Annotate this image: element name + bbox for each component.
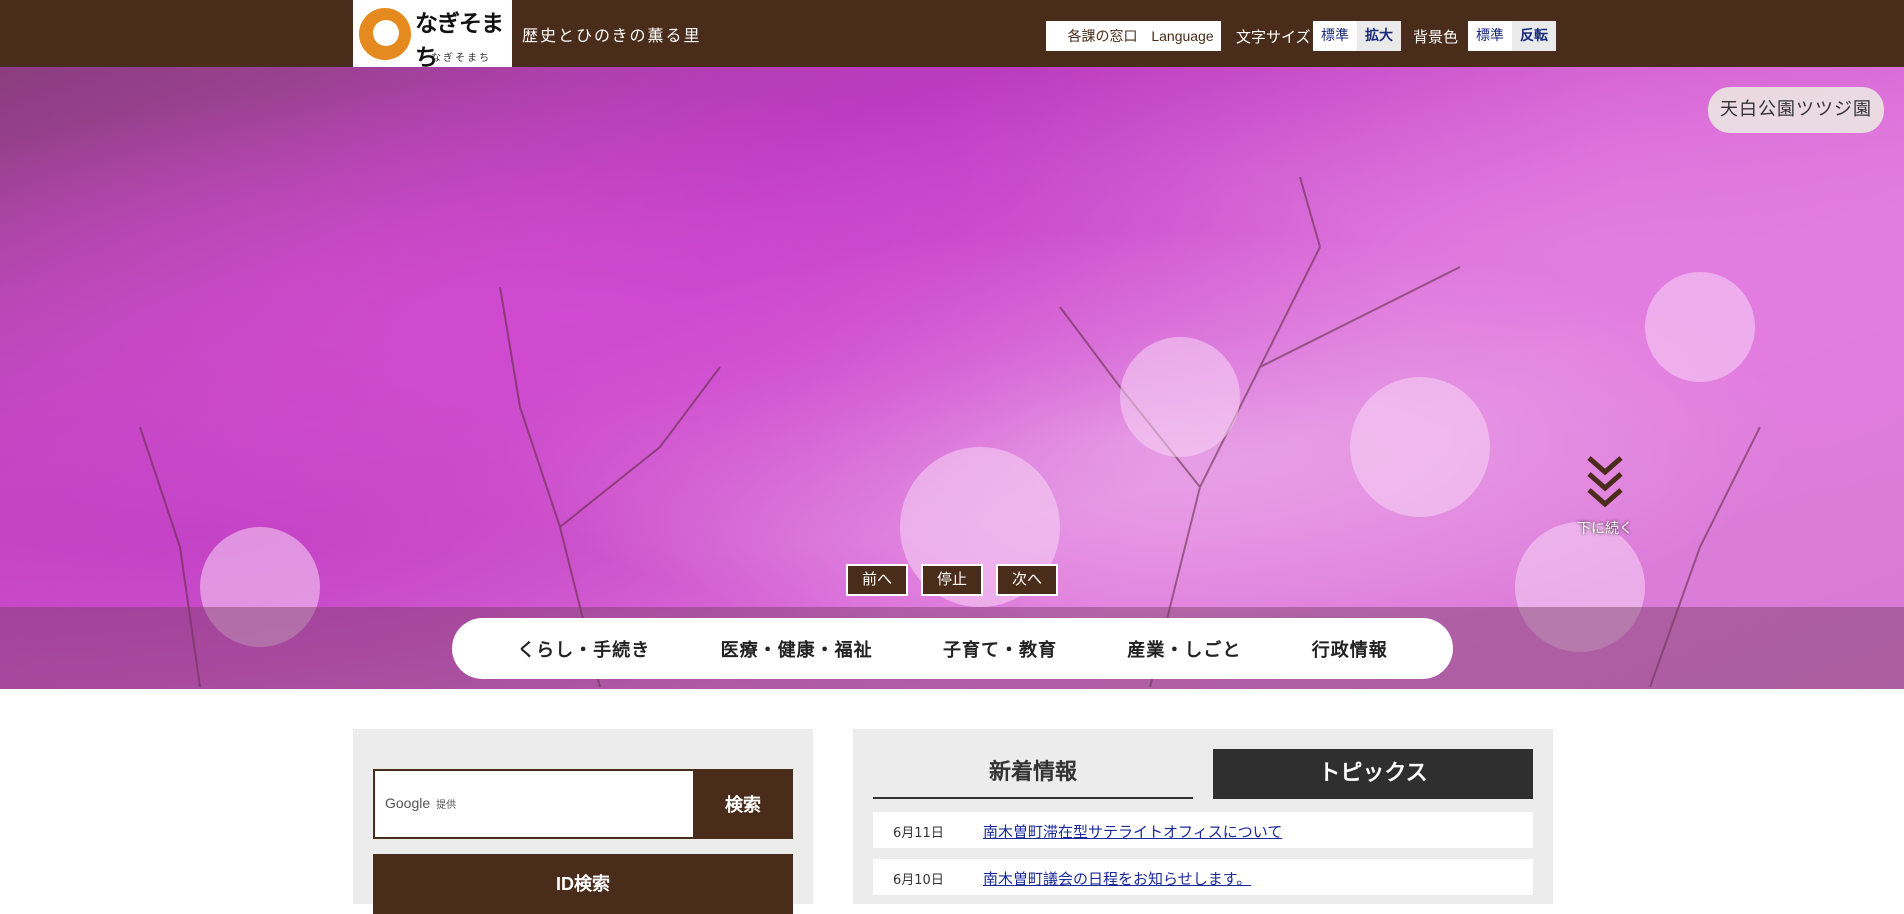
google-brand-text: Google (385, 795, 431, 811)
font-size-toggle: 標準 拡大 (1313, 21, 1401, 51)
nav-item-childcare[interactable]: 子育て・教育 (943, 636, 1057, 662)
language-button[interactable]: Language (1144, 21, 1221, 51)
tab-topics[interactable]: トピックス (1213, 749, 1533, 799)
scroll-hint-label: 下に続く (1577, 521, 1633, 537)
font-size-standard-button[interactable]: 標準 (1313, 21, 1357, 51)
news-date: 6月10日 (893, 873, 944, 888)
font-size-large-button[interactable]: 拡大 (1357, 21, 1401, 51)
search-panel: Google 提供 検索 ID検索 (353, 729, 813, 914)
news-link[interactable]: 南木曽町滞在型サテライトオフィスについて (983, 821, 1282, 842)
logo-subtitle: なぎそまち (431, 53, 491, 64)
chevron-down-icon (1587, 456, 1623, 508)
departments-button[interactable]: 各課の窓口 (1046, 21, 1159, 51)
nav-item-health[interactable]: 医療・健康・福祉 (721, 636, 873, 662)
search-button[interactable]: 検索 (693, 769, 793, 839)
nav-item-living[interactable]: くらし・手続き (517, 636, 650, 662)
site-logo[interactable]: なぎそまち なぎそまち (353, 0, 512, 71)
logo-emblem-icon (359, 8, 411, 60)
news-link[interactable]: 南木曽町議会の日程をお知らせします。 (983, 868, 1251, 889)
google-label: Google 提供 (385, 795, 456, 811)
scroll-down-hint[interactable]: 下に続く (1570, 454, 1640, 538)
list-item: 6月11日 南木曽町滞在型サテライトオフィスについて (873, 812, 1533, 848)
slider-next-button[interactable]: 次へ (996, 564, 1058, 596)
site-header: なぎそまち なぎそまち 歴史とひのきの薫る里 各課の窓口 Language 文字… (0, 0, 1904, 71)
bg-color-inverted-button[interactable]: 反転 (1512, 21, 1556, 51)
search-input[interactable]: Google 提供 検索 (373, 769, 793, 839)
bg-color-label: 背景色 (1413, 28, 1459, 46)
font-size-label: 文字サイズ (1236, 28, 1311, 46)
bg-color-standard-button[interactable]: 標準 (1468, 21, 1512, 51)
bg-color-toggle: 標準 反転 (1468, 21, 1556, 51)
news-date: 6月11日 (893, 826, 944, 841)
tab-new-info[interactable]: 新着情報 (873, 749, 1193, 799)
provided-by-label: 提供 (436, 800, 457, 811)
hero-slideshow: 天白公園ツツジ園 下に続く 前へ 停止 次へ くらし・手続き 医療・健康・福祉 … (0, 67, 1904, 689)
list-item: 6月10日 南木曽町議会の日程をお知らせします。 (873, 859, 1533, 895)
slider-prev-button[interactable]: 前へ (846, 564, 908, 596)
site-tagline: 歴史とひのきの薫る里 (522, 26, 702, 45)
id-search-button[interactable]: ID検索 (373, 854, 793, 914)
nav-item-administration[interactable]: 行政情報 (1312, 636, 1388, 662)
slider-stop-button[interactable]: 停止 (921, 564, 983, 596)
photo-caption: 天白公園ツツジ園 (1708, 87, 1884, 133)
news-panel: 新着情報 トピックス 6月11日 南木曽町滞在型サテライトオフィスについて 6月… (853, 729, 1553, 904)
global-nav: くらし・手続き 医療・健康・福祉 子育て・教育 産業・しごと 行政情報 (452, 618, 1453, 679)
nav-item-industry[interactable]: 産業・しごと (1127, 636, 1241, 662)
